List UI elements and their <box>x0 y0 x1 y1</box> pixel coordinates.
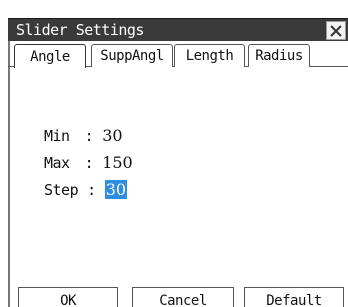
tab-radius[interactable]: Radius <box>248 44 310 67</box>
min-row: Min : 30 <box>44 126 123 146</box>
step-label: Step <box>44 181 79 199</box>
cancel-button-label: Cancel <box>159 293 207 307</box>
step-row: Step : 30 <box>44 180 128 200</box>
max-label: Max <box>44 154 70 172</box>
tab-angle-label: Angle <box>30 48 70 65</box>
tab-length-label: Length <box>185 48 234 64</box>
close-icon <box>330 24 342 37</box>
title-bar: Slider Settings <box>8 18 348 41</box>
settings-content: Min : 30 Max : 150 Step : 30 <box>10 67 348 267</box>
tab-suppangl[interactable]: SuppAngl <box>91 44 173 67</box>
step-separator: : <box>87 181 96 199</box>
default-button-label: Default <box>266 293 322 307</box>
close-button[interactable] <box>326 21 346 40</box>
ok-button[interactable]: OK <box>18 287 118 307</box>
max-separator: : <box>84 154 94 172</box>
min-label: Min <box>44 127 70 145</box>
slider-settings-dialog: Slider Settings Angle SuppAngl Length Ra… <box>8 18 348 307</box>
min-value-field[interactable]: 30 <box>102 126 122 145</box>
cancel-button[interactable]: Cancel <box>132 287 234 307</box>
tab-length[interactable]: Length <box>174 44 245 67</box>
ok-button-label: OK <box>60 293 76 307</box>
min-separator: : <box>84 127 94 145</box>
tab-angle[interactable]: Angle <box>14 44 86 68</box>
max-row: Max : 150 <box>44 153 133 173</box>
dialog-title: Slider Settings <box>16 21 144 39</box>
tab-bar: Angle SuppAngl Length Radius <box>8 41 348 68</box>
tab-suppangl-label: SuppAngl <box>100 48 164 64</box>
default-button[interactable]: Default <box>244 287 344 307</box>
tab-radius-label: Radius <box>255 48 303 64</box>
step-value-field[interactable]: 30 <box>104 180 128 199</box>
max-value-field[interactable]: 150 <box>102 153 133 172</box>
